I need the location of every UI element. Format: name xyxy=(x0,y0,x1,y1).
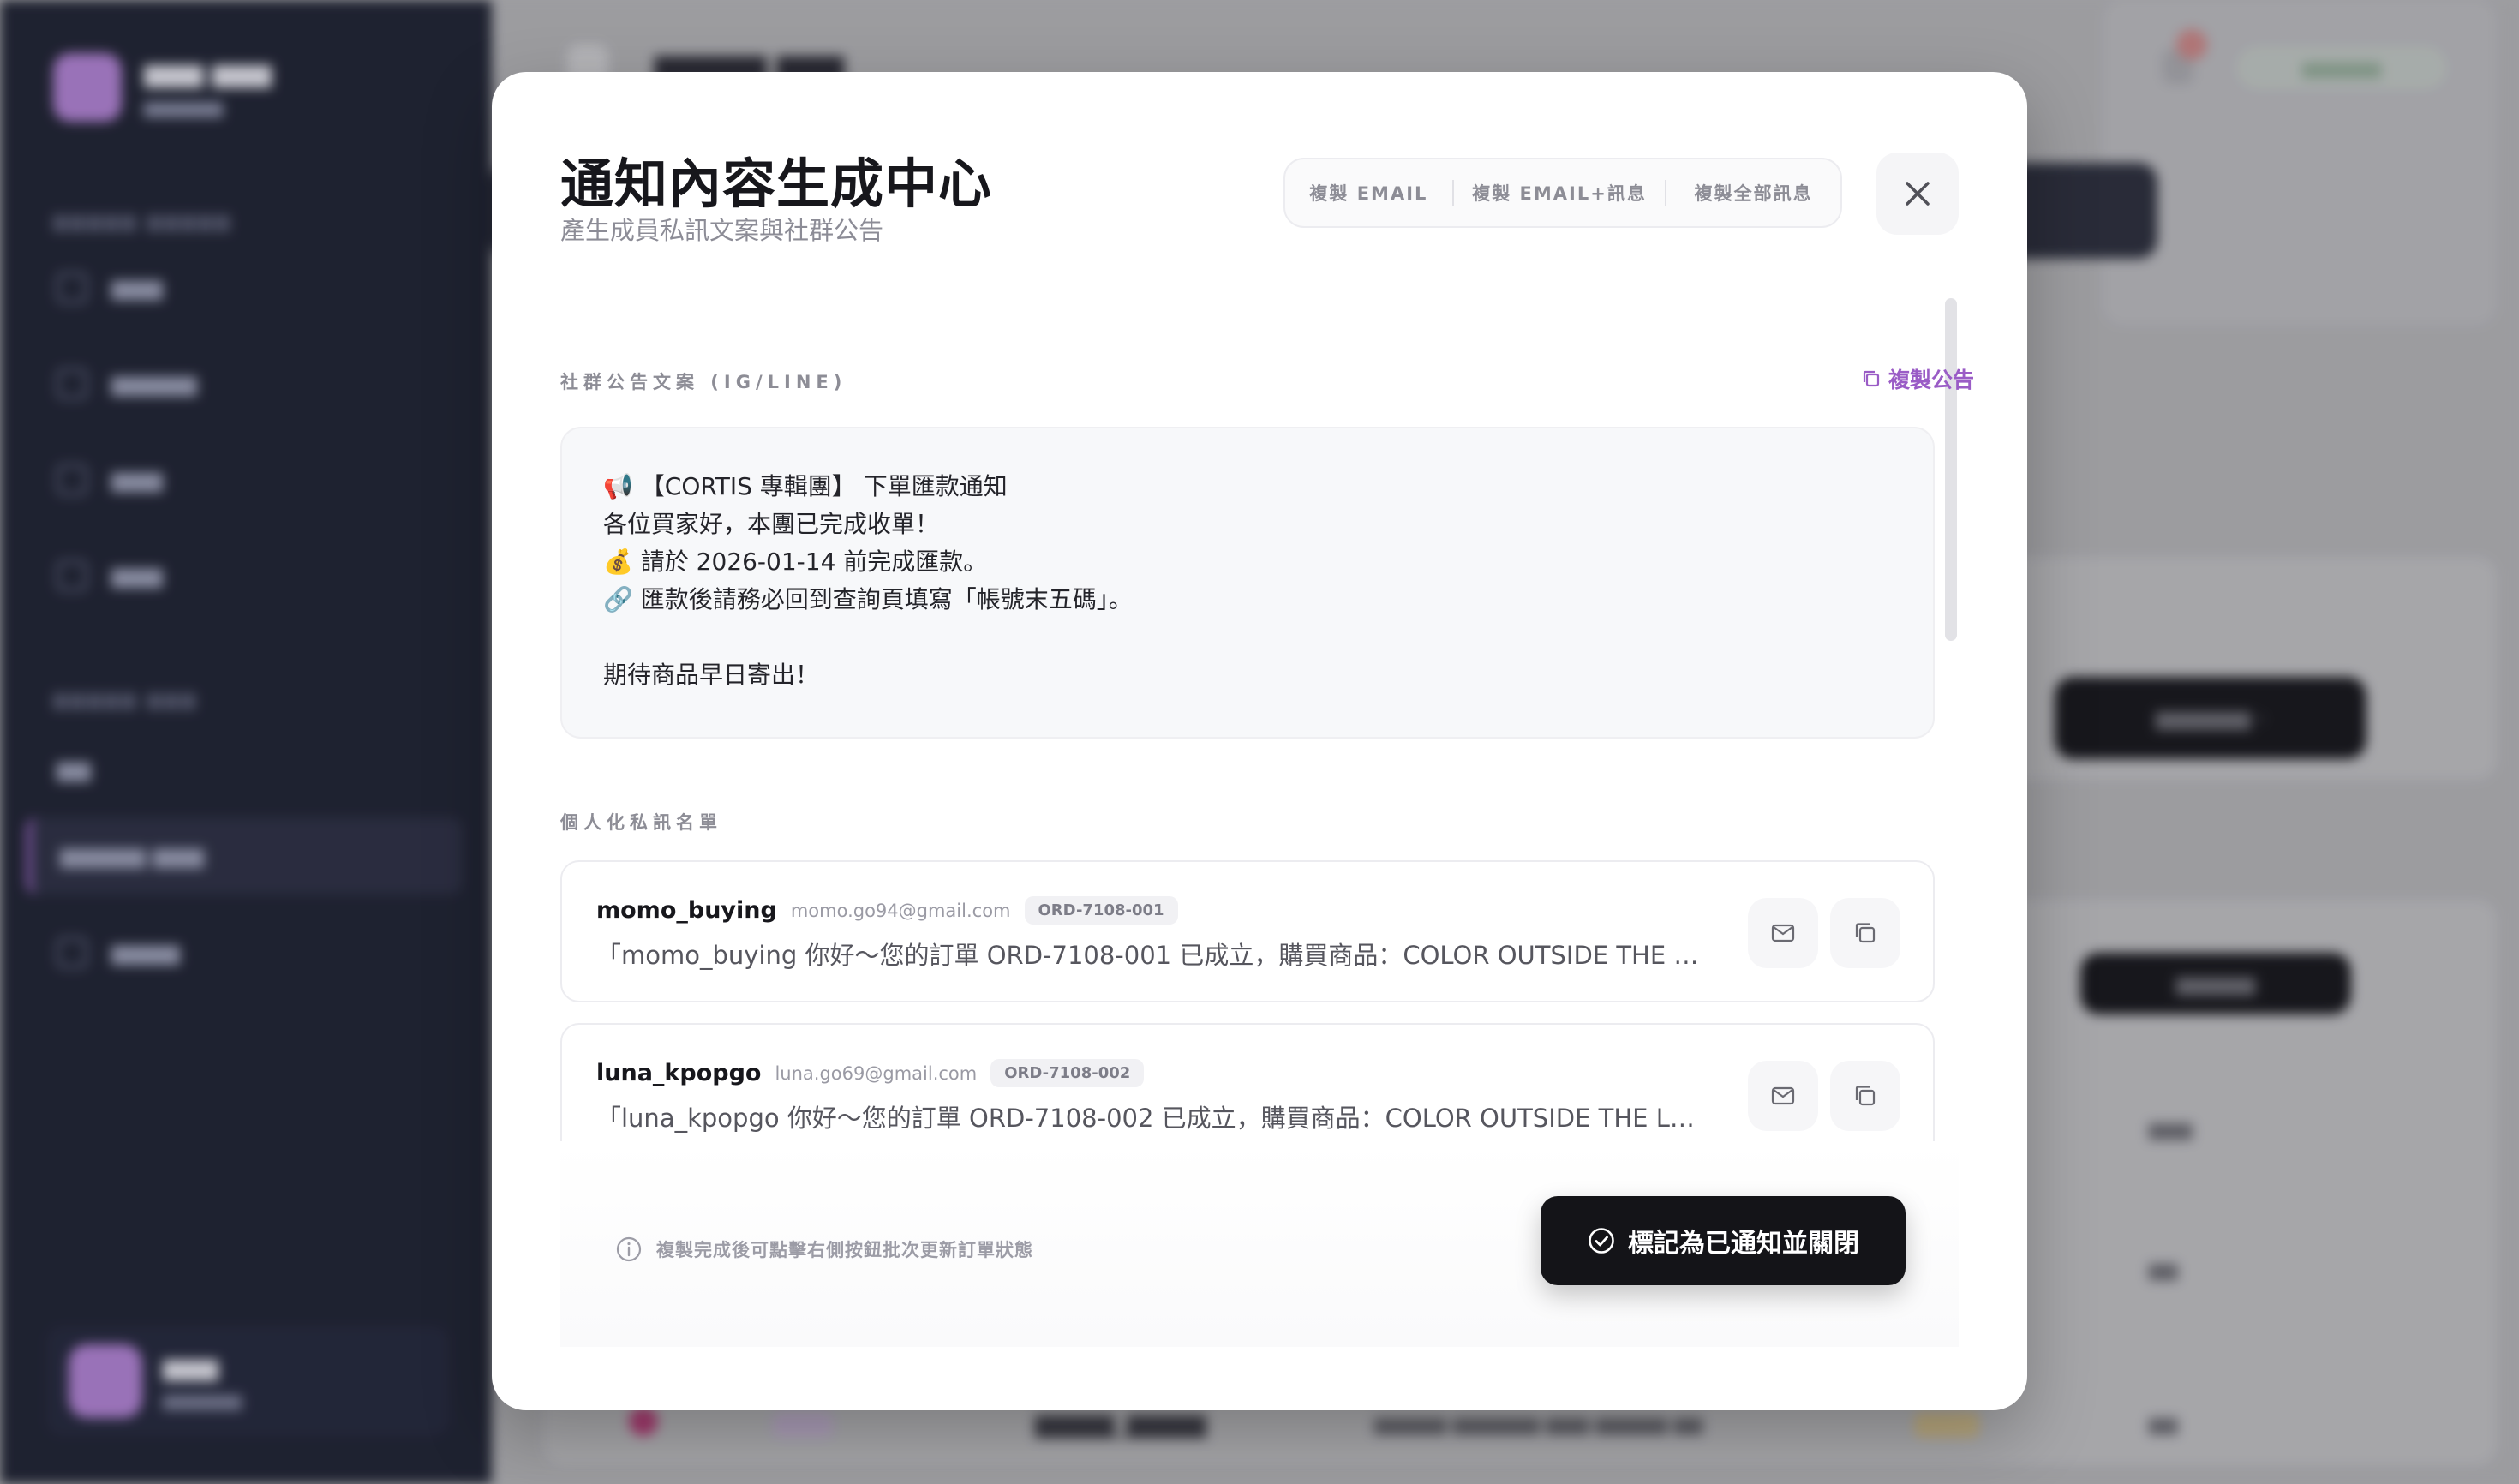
announcement-line: 📢 【CORTIS 專輯團】 下單匯款通知 xyxy=(603,472,1008,500)
mark-notified-close-label: 標記為已通知並關閉 xyxy=(1628,1229,1859,1259)
copy-icon xyxy=(1863,370,1880,387)
order-badge: ORD-7108-001 xyxy=(1024,896,1178,925)
copy-announcement-label: 複製公告 xyxy=(1888,368,1975,392)
message-preview: 「momo_buying 你好～您的訂單 ORD-7108-001 已成立，購買… xyxy=(596,941,1702,970)
close-button[interactable] xyxy=(1876,153,1959,235)
copy-icon xyxy=(1855,923,1876,943)
copy-icon xyxy=(1855,1086,1876,1106)
message-email: luna.go69@gmail.com xyxy=(775,1062,978,1084)
announcement-line: 各位買家好，本團已完成收單！ xyxy=(603,510,940,538)
announcement-text-box[interactable]: 📢 【CORTIS 專輯團】 下單匯款通知 各位買家好，本團已完成收單！ 💰 請… xyxy=(560,427,1935,739)
copy-toolbar: 複製 EMAIL 複製 EMAIL+訊息 複製全部訊息 xyxy=(1283,158,1842,228)
modal-subtitle: 產生成員私訊文案與社群公告 xyxy=(560,216,884,245)
close-icon xyxy=(1906,182,1930,206)
message-username: luna_kpopgo xyxy=(596,1060,762,1086)
message-card: momo_buying momo.go94@gmail.com ORD-7108… xyxy=(560,860,1935,1002)
copy-email-message-button[interactable]: 複製 EMAIL+訊息 xyxy=(1454,158,1665,228)
modal-title: 通知內容生成中心 xyxy=(560,153,993,215)
announcement-line: 🔗 匯款後請務必回到查詢頁填寫「帳號末五碼」。 xyxy=(603,585,1133,613)
message-username: momo_buying xyxy=(596,897,777,924)
mark-notified-close-button[interactable]: 標記為已通知並關閉 xyxy=(1541,1196,1906,1285)
mail-icon xyxy=(1771,1086,1795,1105)
send-email-button[interactable] xyxy=(1748,898,1818,968)
copy-announcement-button[interactable]: 複製公告 xyxy=(1861,363,1974,394)
announcement-line: 期待商品早日寄出！ xyxy=(603,661,820,689)
copy-email-button[interactable]: 複製 EMAIL xyxy=(1285,158,1452,228)
copy-message-button[interactable] xyxy=(1830,898,1900,968)
check-circle-icon xyxy=(1589,1228,1614,1254)
modal-footer: 複製完成後可點擊右側按鈕批次更新訂單狀態 標記為已通知並關閉 xyxy=(560,1141,1959,1347)
send-email-button[interactable] xyxy=(1748,1061,1818,1131)
mail-icon xyxy=(1771,924,1795,942)
announcement-section-label: 社群公告文案 (IG/LINE) xyxy=(560,372,847,392)
info-icon xyxy=(616,1236,642,1262)
footer-hint-text: 複製完成後可點擊右側按鈕批次更新訂單狀態 xyxy=(656,1240,1033,1260)
message-email: momo.go94@gmail.com xyxy=(790,900,1011,921)
notification-modal: 通知內容生成中心 產生成員私訊文案與社群公告 複製 EMAIL 複製 EMAIL… xyxy=(492,72,2027,1410)
announcement-line: 💰 請於 2026-01-14 前完成匯款。 xyxy=(603,548,988,576)
order-badge: ORD-7108-002 xyxy=(990,1059,1145,1087)
announcement-line xyxy=(603,619,1892,656)
modal-scroll-area[interactable]: 社群公告文案 (IG/LINE) 複製公告 📢 【CORTIS 專輯團】 下單匯… xyxy=(560,295,2000,1212)
message-preview: 「luna_kpopgo 你好～您的訂單 ORD-7108-002 已成立，購買… xyxy=(596,1104,1702,1133)
copy-message-button[interactable] xyxy=(1830,1061,1900,1131)
messages-section-label: 個人化私訊名單 xyxy=(560,812,722,833)
footer-hint: 複製完成後可點擊右側按鈕批次更新訂單狀態 xyxy=(615,1236,1033,1263)
copy-all-messages-button[interactable]: 複製全部訊息 xyxy=(1666,158,1840,228)
